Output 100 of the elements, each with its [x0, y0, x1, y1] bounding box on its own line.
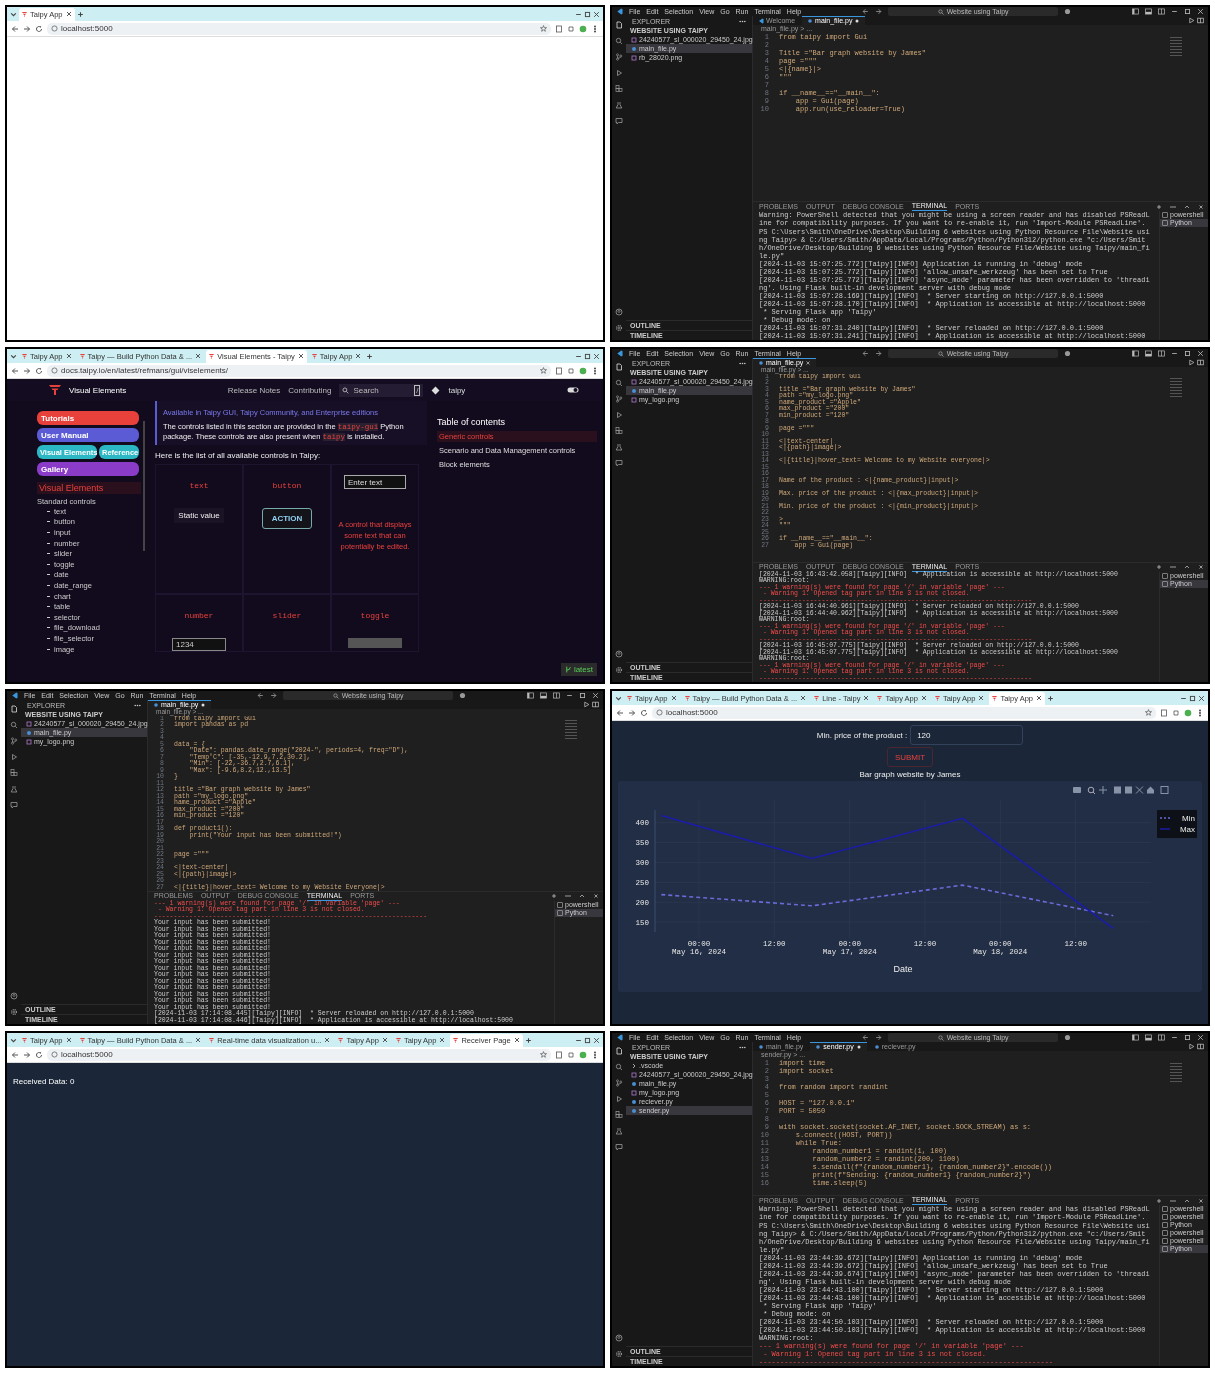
nav-button[interactable]: Tutorials — [37, 411, 139, 425]
new-terminal-icon[interactable] — [1156, 1197, 1162, 1204]
close-icon[interactable] — [1197, 8, 1204, 15]
search-field[interactable]: Search / — [339, 383, 424, 397]
maximize-icon[interactable] — [584, 10, 591, 18]
forward-icon[interactable] — [270, 692, 278, 699]
profile-icon[interactable] — [579, 366, 587, 375]
address-field[interactable]: localhost:5000 — [47, 1048, 551, 1061]
back-icon[interactable] — [862, 8, 870, 15]
forward-icon[interactable] — [23, 24, 31, 33]
flask-icon[interactable] — [615, 443, 623, 451]
split-editor-icon[interactable] — [592, 701, 599, 708]
git-icon[interactable] — [431, 385, 441, 395]
zoom-icon[interactable] — [1087, 786, 1096, 795]
explorer-icon[interactable] — [615, 363, 623, 371]
address-field[interactable]: localhost:5000 — [47, 22, 551, 35]
new-terminal-icon[interactable] — [551, 893, 557, 899]
maximize-icon[interactable] — [1189, 694, 1196, 702]
logo-icon[interactable] — [49, 385, 61, 395]
toggle-control[interactable] — [348, 638, 402, 648]
action-button[interactable]: ACTION — [261, 508, 313, 529]
new-tab-icon[interactable] — [524, 1036, 532, 1044]
menu-icon[interactable] — [1196, 708, 1204, 717]
flask-icon[interactable] — [615, 1127, 623, 1135]
reload-icon[interactable] — [35, 24, 43, 33]
run-debug-icon[interactable] — [615, 69, 623, 77]
new-terminal-icon[interactable] — [1156, 203, 1162, 210]
close-icon[interactable] — [381, 1037, 388, 1043]
maximize-icon[interactable] — [584, 352, 591, 360]
settings-icon[interactable] — [615, 666, 623, 674]
forward-icon[interactable] — [875, 8, 883, 15]
account-icon[interactable] — [615, 650, 623, 658]
minimize-icon[interactable] — [1171, 8, 1178, 15]
home-icon[interactable] — [1147, 786, 1154, 794]
close-icon[interactable] — [1198, 694, 1205, 702]
maximize-icon[interactable] — [1184, 1034, 1191, 1041]
star-icon[interactable] — [540, 367, 547, 374]
back-icon[interactable] — [257, 692, 265, 699]
run-icon[interactable] — [1188, 17, 1195, 24]
close-icon[interactable] — [195, 353, 202, 359]
run-debug-icon[interactable] — [615, 411, 623, 419]
explorer-icon[interactable] — [615, 1047, 623, 1055]
back-icon[interactable] — [11, 1050, 19, 1059]
search-icon[interactable] — [615, 1063, 623, 1071]
menu-icon[interactable] — [591, 366, 599, 375]
forward-icon[interactable] — [628, 708, 636, 717]
close-icon[interactable] — [65, 11, 72, 17]
number-field[interactable]: 1234 — [172, 638, 226, 651]
menu-icon[interactable] — [591, 24, 599, 33]
settings-icon[interactable] — [615, 1350, 623, 1358]
star-icon[interactable] — [540, 1051, 547, 1058]
search-icon[interactable] — [615, 379, 623, 387]
account-icon[interactable] — [615, 308, 623, 316]
panel-toggle-icon[interactable] — [1145, 1034, 1152, 1041]
back-icon[interactable] — [862, 350, 870, 357]
layout-icon[interactable] — [1158, 350, 1165, 357]
star-icon[interactable] — [1145, 709, 1152, 716]
nav-link[interactable]: Contributing — [288, 385, 332, 395]
site-info-icon[interactable] — [51, 25, 58, 32]
search-icon[interactable] — [10, 721, 18, 729]
reload-icon[interactable] — [640, 708, 648, 717]
control-name[interactable]: toggle — [360, 611, 390, 620]
source-control-icon[interactable] — [615, 1079, 623, 1087]
profile-icon[interactable] — [579, 1050, 587, 1059]
flask-icon[interactable] — [615, 101, 623, 109]
flask-icon[interactable] — [10, 785, 18, 793]
reload-icon[interactable] — [35, 1050, 43, 1059]
close-icon[interactable] — [439, 1037, 446, 1043]
sidebar-toggle-icon[interactable] — [1132, 350, 1139, 357]
explorer-icon[interactable] — [615, 21, 623, 29]
tab-list-icon[interactable] — [615, 694, 622, 702]
account-icon[interactable] — [615, 1334, 623, 1342]
maximize-icon[interactable] — [1184, 8, 1191, 15]
run-icon[interactable] — [583, 701, 590, 708]
sidebar-toggle-icon[interactable] — [527, 692, 534, 699]
site-info-icon[interactable] — [656, 709, 663, 716]
close-icon[interactable] — [593, 1036, 600, 1044]
address-field[interactable]: docs.taipy.io/en/latest/refmans/gui/viselements/ — [47, 364, 551, 377]
control-name[interactable]: button — [272, 481, 302, 490]
close-icon[interactable] — [1036, 695, 1042, 701]
layout-icon[interactable] — [553, 692, 560, 699]
profile-icon[interactable] — [1184, 708, 1192, 717]
new-terminal-icon[interactable] — [1156, 564, 1162, 570]
chat-icon[interactable] — [10, 801, 18, 809]
autoscale-icon[interactable] — [1135, 786, 1144, 794]
control-name[interactable]: slider — [272, 611, 302, 620]
close-icon[interactable] — [324, 1037, 331, 1043]
close-icon[interactable] — [593, 10, 600, 18]
theme-toggle-icon[interactable] — [567, 387, 579, 393]
settings-icon[interactable] — [10, 1008, 18, 1016]
close-icon[interactable] — [670, 695, 677, 701]
fullscreen-icon[interactable] — [1160, 786, 1169, 794]
close-icon[interactable] — [800, 695, 807, 701]
close-icon[interactable] — [920, 695, 927, 701]
forward-icon[interactable] — [875, 350, 883, 357]
run-debug-icon[interactable] — [615, 1095, 623, 1103]
panel-toggle-icon[interactable] — [1145, 8, 1152, 15]
menu-icon[interactable] — [591, 1050, 599, 1059]
reload-icon[interactable] — [35, 366, 43, 375]
nav-button[interactable]: Gallery — [37, 462, 139, 476]
